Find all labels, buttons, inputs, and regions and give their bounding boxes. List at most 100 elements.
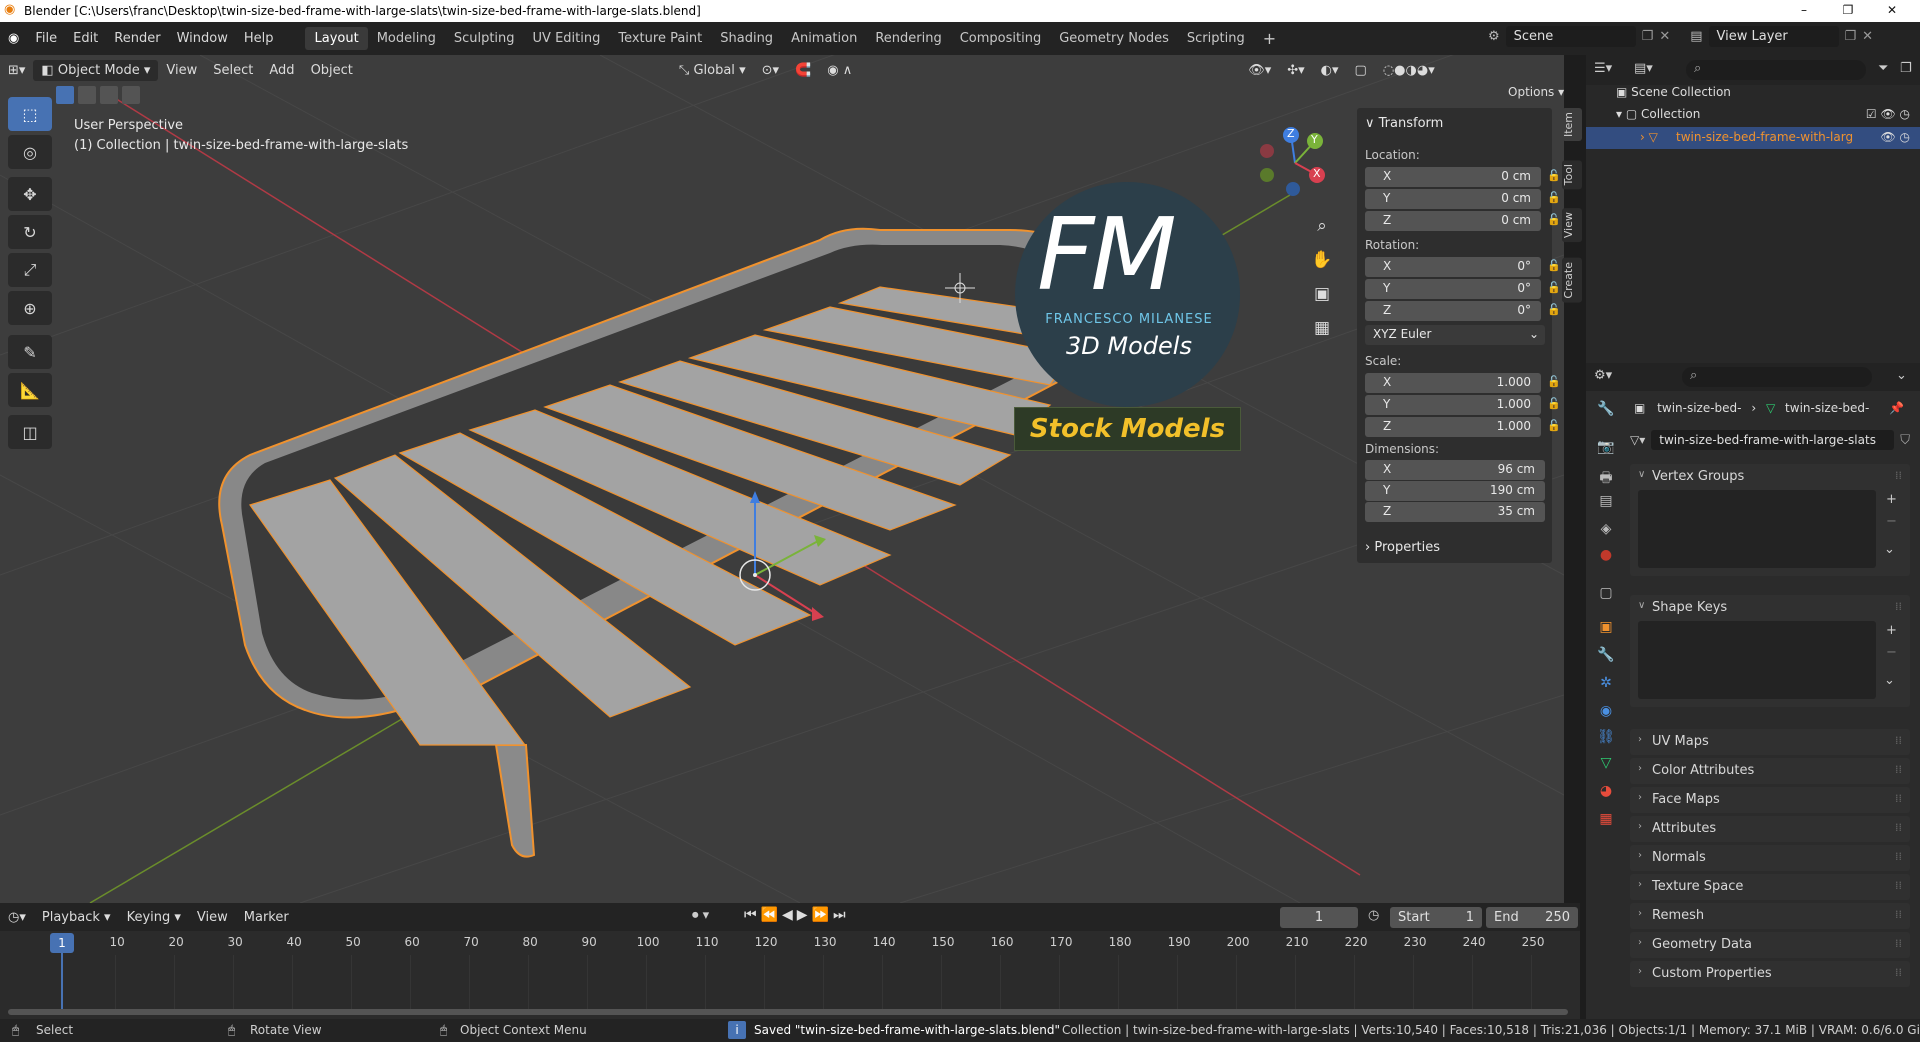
pan-hand-icon[interactable]: ✋ — [1310, 243, 1334, 277]
tab-modeling[interactable]: Modeling — [368, 27, 445, 50]
collection-item[interactable]: ▾ ▢ Collection ☑ 👁 ◷ — [1616, 107, 1916, 121]
viewport-menu-object[interactable]: Object — [303, 60, 361, 81]
rotation-mode-select[interactable]: XYZ Euler ⌄ — [1365, 325, 1545, 345]
status-saved-message[interactable]: Saved "twin-size-bed-frame-with-large-sl… — [754, 1023, 1060, 1037]
shape-keys-list[interactable] — [1638, 621, 1876, 699]
output-tab-icon[interactable]: 🖶 — [1596, 467, 1616, 487]
world-tab-icon[interactable]: ● — [1596, 547, 1616, 567]
scene-collection-item[interactable]: ▣ Scene Collection — [1616, 85, 1731, 99]
rotation-z-field[interactable]: Z 0° 🔓 — [1365, 301, 1561, 321]
new-scene-icon[interactable]: ❐ — [1642, 29, 1654, 44]
object-tab-icon[interactable]: ▣ — [1596, 619, 1616, 639]
scale-y-field[interactable]: Y 1.000 🔓 — [1365, 395, 1561, 415]
blender-menu-icon[interactable]: ◉ — [0, 31, 27, 46]
tab-sculpting[interactable]: Sculpting — [445, 27, 524, 50]
visibility-icon[interactable]: 👁▾ — [1240, 60, 1279, 81]
rotate-tool[interactable]: ↻ — [8, 215, 52, 249]
timeline-menu-marker[interactable]: Marker — [236, 907, 297, 928]
chevron-down-icon[interactable]: ⌄ — [1884, 542, 1895, 557]
lock-icon[interactable]: 🔓 — [1547, 375, 1561, 389]
chevron-down-icon[interactable]: ⌄ — [1896, 368, 1907, 383]
maximize-button[interactable]: ❐ — [1826, 0, 1870, 22]
scale-x-field[interactable]: X 1.000 🔓 — [1365, 373, 1561, 393]
record-icon[interactable]: ⏺ ▾ — [692, 908, 709, 923]
outliner-editor-icon[interactable]: ☰▾ — [1594, 61, 1612, 76]
visibility-eye-icon[interactable]: ☑ 👁 ◷ — [1866, 107, 1910, 121]
dimension-x-field[interactable]: X 96 cm — [1365, 460, 1545, 480]
lock-icon[interactable]: 🔓 — [1547, 191, 1561, 205]
new-collection-icon[interactable]: ❐ — [1900, 61, 1912, 76]
delete-scene-icon[interactable]: ✕ — [1659, 29, 1670, 44]
remove-vertex-group-icon[interactable]: − — [1886, 514, 1897, 529]
tab-shading[interactable]: Shading — [711, 27, 782, 50]
menu-window[interactable]: Window — [169, 31, 236, 46]
options-button[interactable]: Options ▾ — [1508, 85, 1564, 99]
viewport-menu-view[interactable]: View — [158, 60, 205, 81]
start-frame-field[interactable]: Start 1 — [1390, 907, 1482, 928]
lock-icon[interactable]: 🔓 — [1547, 169, 1561, 183]
menu-edit[interactable]: Edit — [65, 31, 106, 46]
tool-tab-icon[interactable]: 🔧 — [1596, 401, 1616, 421]
tab-layout[interactable]: Layout — [305, 27, 368, 50]
measure-tool[interactable]: 📐 — [8, 373, 52, 407]
panel-remesh[interactable]: › Remesh ⁞⁞ — [1630, 903, 1910, 929]
select-box-tool[interactable]: ⬚ — [8, 97, 52, 131]
playback-controls[interactable]: ⏮⏪◀▶⏩⏭ — [744, 907, 850, 923]
tab-rendering[interactable]: Rendering — [866, 27, 950, 50]
timeline-editor-icon[interactable]: ◷▾ — [0, 907, 34, 928]
texture-tab-icon[interactable]: ▦ — [1596, 811, 1616, 831]
dimension-z-field[interactable]: Z 35 cm — [1365, 502, 1545, 522]
remove-shape-key-icon[interactable]: − — [1886, 645, 1897, 660]
material-tab-icon[interactable]: ◕ — [1596, 783, 1616, 803]
viewport-menu-add[interactable]: Add — [261, 60, 302, 81]
dimension-y-field[interactable]: Y 190 cm — [1365, 481, 1545, 501]
delete-view-layer-icon[interactable]: ✕ — [1862, 29, 1873, 44]
panel-normals[interactable]: › Normals ⁞⁞ — [1630, 845, 1910, 871]
lock-icon[interactable]: 🔓 — [1547, 259, 1561, 273]
rotation-x-field[interactable]: X 0° 🔓 — [1365, 257, 1561, 277]
scene-icon[interactable]: ⚙ — [1488, 29, 1500, 44]
menu-help[interactable]: Help — [236, 31, 282, 46]
tab-create[interactable]: Create — [1562, 258, 1582, 303]
select-extend-icon[interactable] — [78, 86, 96, 104]
pivot-icon[interactable]: ⊙▾ — [754, 60, 787, 81]
scale-z-field[interactable]: Z 1.000 🔓 — [1365, 417, 1561, 437]
properties-search-input[interactable]: ⌕ — [1682, 367, 1872, 387]
render-tab-icon[interactable]: 📷 — [1596, 439, 1616, 459]
shading-modes-icon[interactable]: ◌●◑◕▾ — [1375, 60, 1443, 81]
filter-icon[interactable]: ⏷ — [1878, 61, 1888, 76]
tab-animation[interactable]: Animation — [782, 27, 866, 50]
tab-texture-paint[interactable]: Texture Paint — [609, 27, 711, 50]
visibility-eye-icon[interactable]: 👁 ◷ — [1880, 130, 1910, 144]
timeline-menu-keying[interactable]: Keying ▾ — [119, 907, 189, 928]
mesh-browse-icon[interactable]: ▽▾ — [1630, 433, 1645, 447]
tab-view[interactable]: View — [1562, 208, 1582, 243]
modifier-tab-icon[interactable]: 🔧 — [1596, 647, 1616, 667]
scale-tool[interactable]: ⤢ — [8, 253, 52, 287]
tab-tool[interactable]: Tool — [1562, 160, 1582, 190]
menu-render[interactable]: Render — [106, 31, 168, 46]
annotate-tool[interactable]: ✎ — [8, 335, 52, 369]
viewport-3d[interactable]: FM FRANCESCO MILANESE 3D Models Stock Mo… — [0, 55, 1564, 903]
view-layer-tab-icon[interactable]: ▤ — [1596, 493, 1616, 513]
select-new-icon[interactable] — [56, 86, 74, 104]
frame-ruler[interactable]: 1102030405060708090100110120130140150160… — [0, 931, 1580, 1013]
transform-header[interactable]: ∨ Transform — [1365, 116, 1443, 131]
panel-uv-maps[interactable]: › UV Maps ⁞⁞ — [1630, 729, 1910, 755]
select-invert-icon[interactable] — [122, 86, 140, 104]
fake-user-icon[interactable]: ⛉ — [1900, 433, 1910, 448]
scene-tab-icon[interactable]: ◈ — [1596, 521, 1616, 541]
end-frame-field[interactable]: End 250 — [1486, 907, 1578, 928]
timeline-menu-view[interactable]: View — [189, 907, 236, 928]
cursor-tool[interactable]: ◎ — [8, 135, 52, 169]
gizmo-toggle-icon[interactable]: ✣▾ — [1279, 60, 1312, 81]
properties-subpanel[interactable]: › Properties — [1365, 540, 1440, 555]
display-mode-icon[interactable]: ▤▾ — [1634, 61, 1653, 76]
tab-uv-editing[interactable]: UV Editing — [524, 27, 610, 50]
menu-file[interactable]: File — [27, 31, 65, 46]
proportional-edit-icon[interactable]: ◉ ∧ — [819, 60, 860, 81]
close-button[interactable]: ✕ — [1870, 0, 1914, 22]
lock-icon[interactable]: 🔓 — [1547, 281, 1561, 295]
constraints-tab-icon[interactable]: ⛓ — [1596, 729, 1616, 749]
xray-icon[interactable]: ▢ — [1347, 60, 1375, 81]
